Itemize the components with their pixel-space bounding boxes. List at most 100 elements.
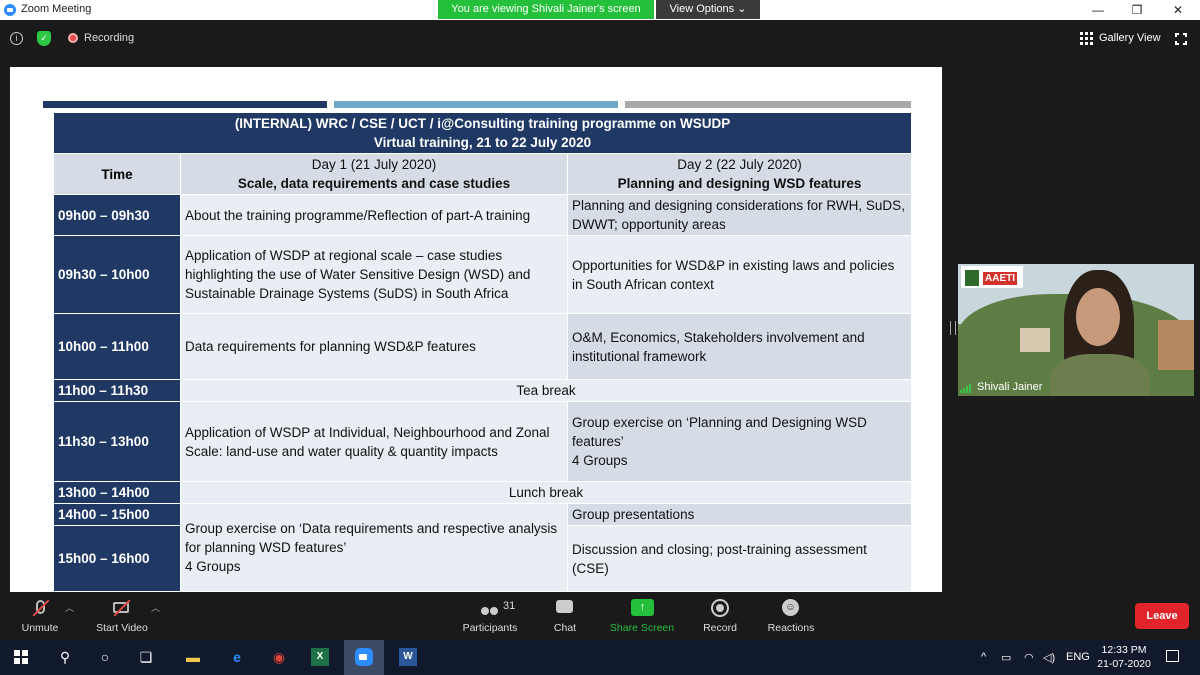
slide-decor-bar [625,101,911,108]
recording-icon [68,33,78,43]
table-row: 10h00 – 11h00 Data requirements for plan… [53,313,913,380]
day1-cell: Application of WSDP at regional scale – … [180,235,568,314]
participant-body [1050,354,1150,396]
start-video-button[interactable]: Start Video [77,622,167,634]
participants-count: 31 [503,600,516,612]
restore-button[interactable]: ❐ [1122,1,1152,19]
organization-logo: AAETI [961,266,1023,288]
day1-header: Day 1 (21 July 2020) [311,157,437,172]
video-background-building [1020,328,1050,352]
info-icon[interactable]: i [10,32,23,45]
meeting-status-bar [0,20,1200,58]
audio-options-caret-icon[interactable]: ︿ [65,601,74,614]
minimize-button[interactable]: — [1083,1,1113,19]
day1-cell-groups: 4 Groups [185,559,241,574]
taskbar-clock[interactable]: 12:33 PM 21-07-2020 [1094,643,1154,671]
participant-name-label: Shivali Jainer [977,381,1043,393]
slide-title-line2: Virtual training, 21 to 22 July 2020 [373,135,592,150]
tea-break-cell: Tea break [179,379,913,402]
time-cell: 09h00 – 09h30 [53,194,181,236]
participant-video-tile[interactable]: AAETI [958,264,1194,396]
table-row: 11h30 – 13h00 Application of WSDP at Ind… [53,401,913,482]
time-cell: 11h30 – 13h00 [53,401,181,482]
reactions-icon[interactable]: ☺ [782,599,799,616]
day1-cell-text: Group exercise on ‘Data requirements and… [185,521,558,555]
slide-decor-bar [334,101,618,108]
logo-mark-icon [965,270,979,286]
time-column-header: Time [53,153,181,195]
day2-cell-groups: 4 Groups [572,453,628,468]
zoom-taskbar-icon[interactable] [355,648,373,666]
fullscreen-icon[interactable] [1174,32,1188,46]
file-explorer-icon[interactable]: ▬ [184,648,202,666]
table-row: 09h00 – 09h30 About the training program… [53,194,913,236]
day2-cell-text: Group exercise on ‘Planning and Designin… [572,415,867,449]
search-icon[interactable]: ⚲ [56,648,74,666]
time-cell: 11h00 – 11h30 [53,379,181,402]
notification-center-icon[interactable] [1166,650,1179,662]
share-screen-button[interactable]: Share Screen [597,622,687,634]
clock-date: 21-07-2020 [1097,658,1151,670]
slide-title: (INTERNAL) WRC / CSE / UCT / i@Consultin… [52,112,913,154]
chrome-browser-icon[interactable]: ◉ [270,648,288,666]
reactions-button[interactable]: Reactions [746,622,836,634]
recording-label: Recording [84,32,135,44]
time-cell: 15h00 – 16h00 [53,525,181,592]
day2-cell: Opportunities for WSD&P in existing laws… [566,235,913,314]
schedule-table-wrapper: (INTERNAL) WRC / CSE / UCT / i@Consultin… [52,112,913,592]
unmute-button[interactable]: Unmute [0,622,85,634]
windows-start-icon[interactable] [14,650,28,664]
battery-icon[interactable]: ▭ [1001,651,1011,664]
leave-button[interactable]: Leave [1135,603,1189,629]
language-indicator[interactable]: ENG [1066,651,1090,663]
os-taskbar [0,640,1200,675]
edge-browser-icon[interactable]: e [228,648,246,666]
slide-title-line1: (INTERNAL) WRC / CSE / UCT / i@Consultin… [234,116,731,131]
table-row: 09h30 – 10h00 Application of WSDP at reg… [53,235,913,314]
participant-face [1076,288,1120,346]
window-title: Zoom Meeting [21,3,92,15]
day2-cell: Discussion and closing; post-training as… [566,525,913,592]
shield-icon[interactable]: ✓ [37,31,51,46]
gallery-view-button[interactable]: Gallery View [1099,32,1161,44]
time-cell: 09h30 – 10h00 [53,235,181,314]
clock-time: 12:33 PM [1101,644,1147,656]
participants-icon[interactable] [481,602,499,620]
day2-cell: Planning and designing considerations fo… [566,194,913,236]
day2-cell: O&M, Economics, Stakeholders involvement… [566,313,913,380]
day2-header: Day 2 (22 July 2020) [677,157,802,172]
record-icon[interactable] [711,599,729,617]
day1-cell: Group exercise on ‘Data requirements and… [180,503,568,592]
shared-screen: (INTERNAL) WRC / CSE / UCT / i@Consultin… [10,67,942,592]
video-options-caret-icon[interactable]: ︿ [151,601,160,614]
cortana-icon[interactable]: ○ [96,648,114,666]
zoom-app-icon [4,4,16,16]
day2-cell: Group presentations [566,503,913,526]
table-row: 13h00 – 14h00 Lunch break [53,481,913,504]
gallery-view-icon[interactable] [1080,32,1093,45]
view-options-button[interactable]: View Options ⌄ [656,0,760,19]
tray-overflow-icon[interactable]: ^ [981,651,986,663]
schedule-table: (INTERNAL) WRC / CSE / UCT / i@Consultin… [52,112,913,592]
slide-decor-bar [43,101,327,108]
day1-column-header: Day 1 (21 July 2020) Scale, data require… [180,153,568,195]
time-cell: 13h00 – 14h00 [53,481,181,504]
task-view-icon[interactable]: ❏ [137,648,155,666]
excel-icon[interactable]: X [311,648,329,666]
time-cell: 14h00 – 15h00 [53,503,181,526]
table-row: 11h00 – 11h30 Tea break [53,379,913,402]
close-button[interactable]: ✕ [1163,1,1193,19]
viewing-screen-banner: You are viewing Shivali Jainer's screen [438,0,654,19]
panel-splitter-handle[interactable] [950,321,956,335]
day2-cell: Group exercise on ‘Planning and Designin… [566,401,913,482]
day2-column-header: Day 2 (22 July 2020) Planning and design… [566,153,913,195]
day2-subheader: Planning and designing WSD features [617,176,862,191]
word-icon[interactable]: W [399,648,417,666]
chat-icon[interactable] [556,600,573,613]
share-screen-icon[interactable]: ↑ [631,599,654,616]
table-row: 14h00 – 15h00 Group exercise on ‘Data re… [53,503,913,592]
wifi-icon[interactable]: ◠ [1024,651,1034,664]
volume-icon[interactable]: ◁) [1043,651,1055,664]
day1-cell: Data requirements for planning WSD&P fea… [180,313,568,380]
day1-subheader: Scale, data requirements and case studie… [237,176,511,191]
